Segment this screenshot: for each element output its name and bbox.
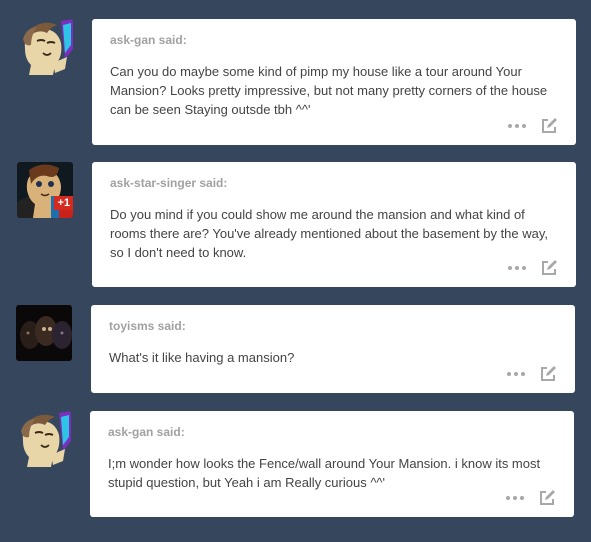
more-dots-icon[interactable]	[507, 372, 525, 376]
question-text: What's it like having a mansion?	[109, 350, 295, 365]
asker-name[interactable]: ask-gan said:	[110, 33, 556, 47]
asker-avatar[interactable]	[16, 305, 72, 361]
asker-name[interactable]: ask-gan said:	[108, 425, 554, 439]
asker-avatar[interactable]	[17, 19, 73, 75]
post-actions	[507, 365, 557, 383]
pony-avatar-icon	[15, 411, 71, 467]
ask-card: ask-gan said: I;m wonder how looks the F…	[90, 411, 574, 517]
question-text: Do you mind if you could show me around …	[110, 207, 549, 260]
question-text: I;m wonder how looks the Fence/wall arou…	[108, 456, 541, 490]
edit-pencil-icon[interactable]	[539, 365, 557, 383]
post-actions	[508, 117, 558, 135]
ask-card: ask-gan said: Can you do maybe some kind…	[92, 19, 576, 145]
question-text: Can you do maybe some kind of pimp my ho…	[110, 64, 548, 117]
notification-badge: +1	[54, 196, 73, 210]
asker-name[interactable]: toyisms said:	[109, 319, 555, 333]
more-dots-icon[interactable]	[508, 124, 526, 128]
more-dots-icon[interactable]	[508, 266, 526, 270]
asker-name[interactable]: ask-star-singer said:	[110, 176, 556, 190]
edit-pencil-icon[interactable]	[540, 117, 558, 135]
ask-card: ask-star-singer said: Do you mind if you…	[92, 162, 576, 287]
post-actions	[506, 489, 556, 507]
edit-pencil-icon[interactable]	[540, 259, 558, 277]
pony-avatar-icon	[17, 19, 73, 75]
post-actions	[508, 259, 558, 277]
dark-animatronic-avatar-icon	[16, 305, 72, 361]
edit-pencil-icon[interactable]	[538, 489, 556, 507]
ask-card: toyisms said: What's it like having a ma…	[91, 305, 575, 393]
more-dots-icon[interactable]	[506, 496, 524, 500]
asker-avatar[interactable]	[15, 411, 71, 467]
asker-avatar[interactable]: +1	[17, 162, 73, 218]
